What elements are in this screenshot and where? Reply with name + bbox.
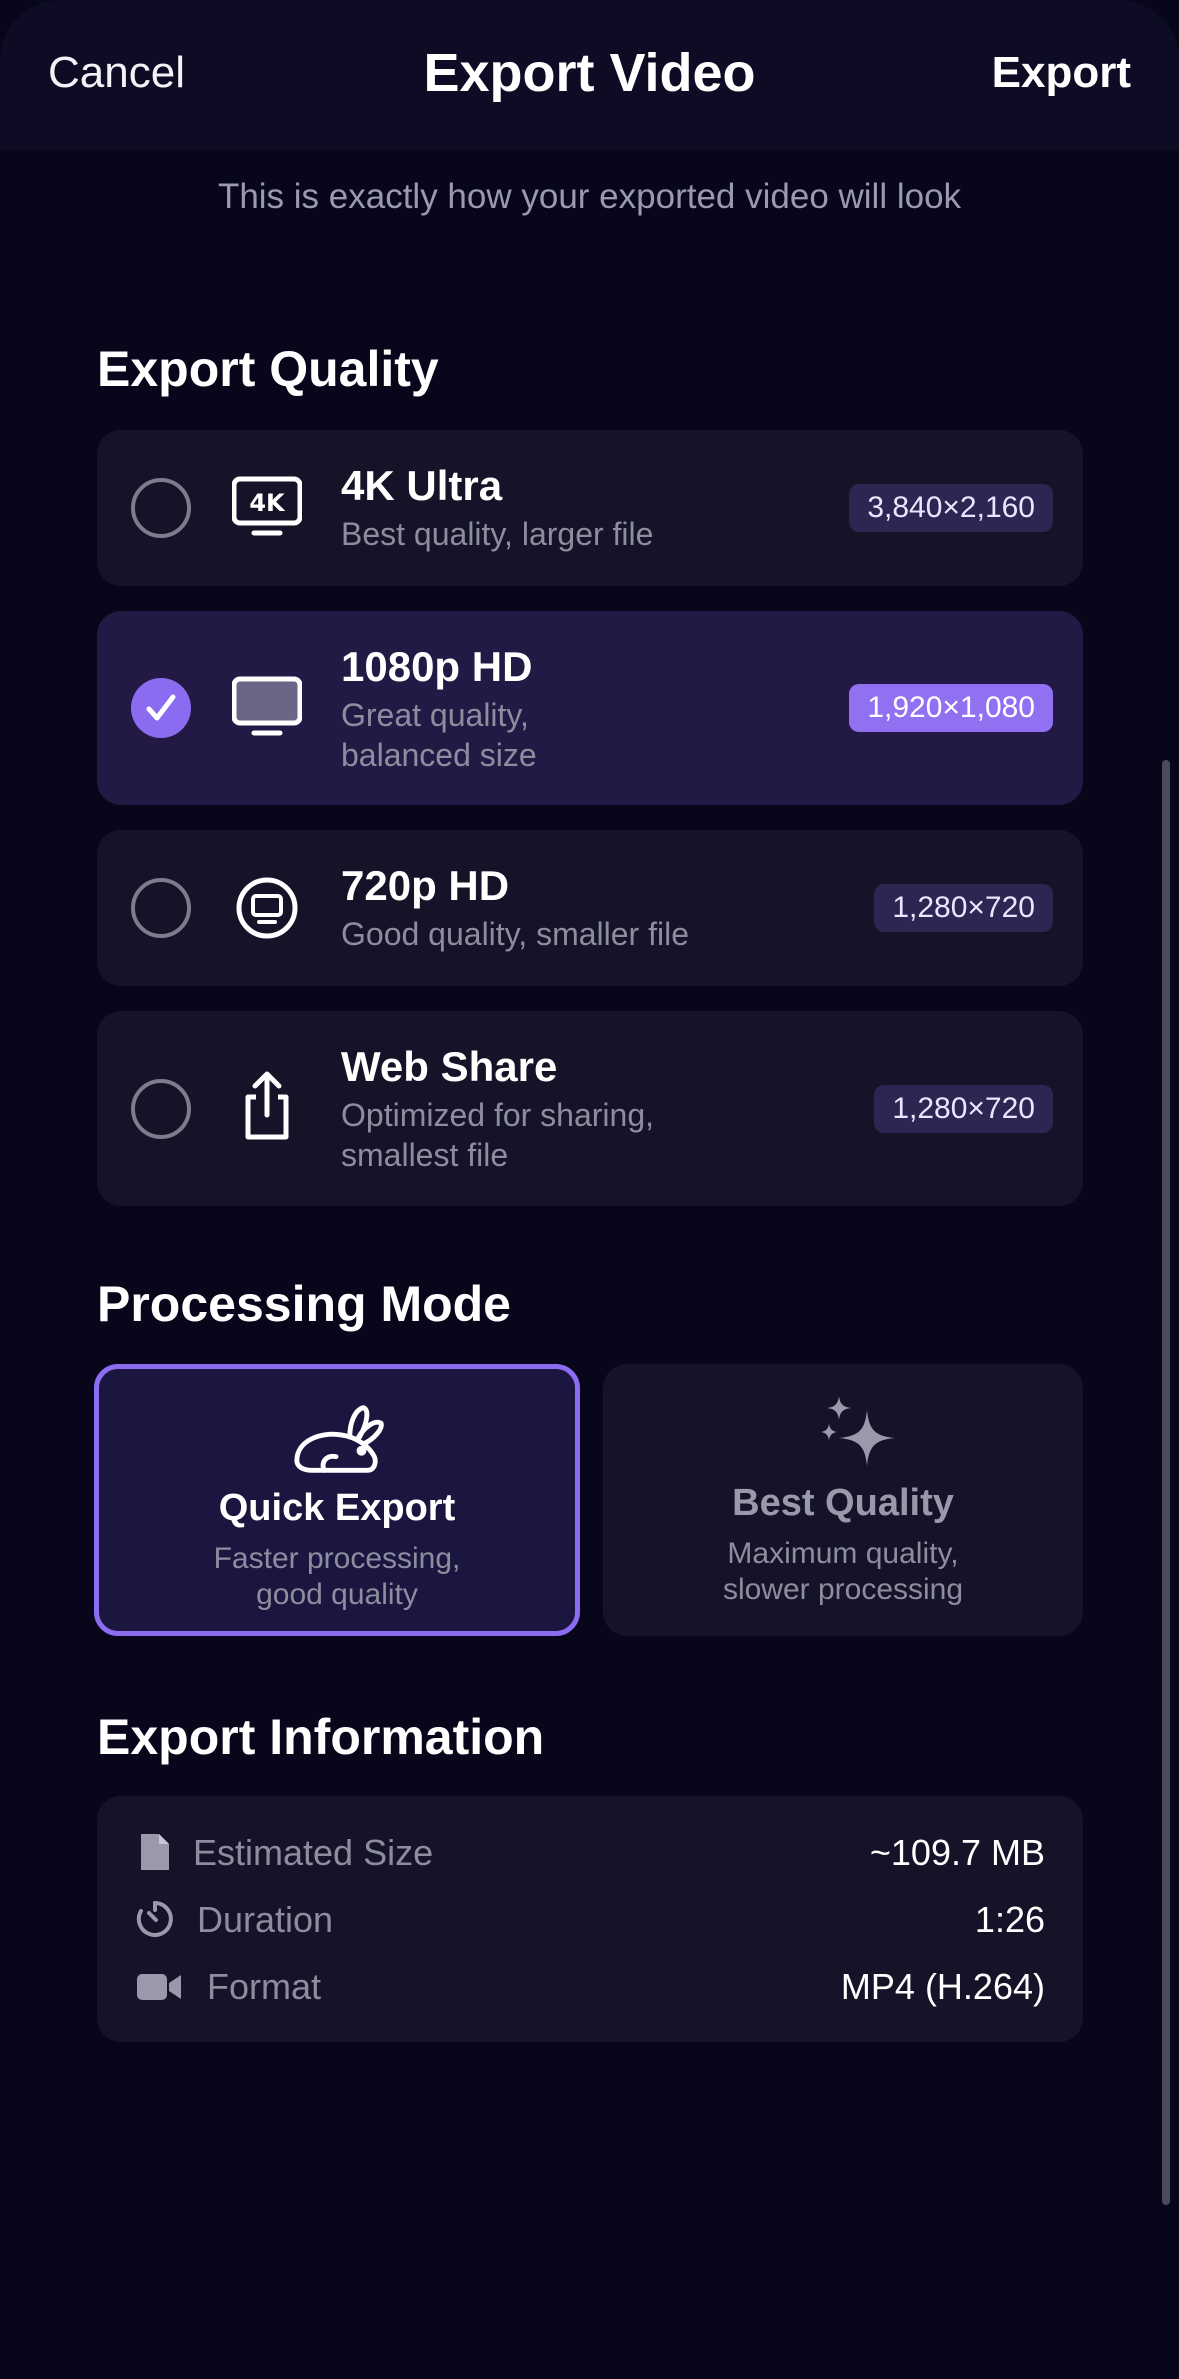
- radio-button[interactable]: [131, 1079, 191, 1139]
- info-label: Duration: [197, 1899, 334, 1940]
- mode-title: Best Quality: [732, 1482, 954, 1524]
- option-description: Good quality, smaller file: [341, 916, 689, 952]
- monitor-icon: [232, 676, 302, 736]
- option-title: 1080p HD: [341, 643, 533, 690]
- export-button[interactable]: Export: [992, 48, 1131, 98]
- resolution-badge: 3,840×2,160: [849, 484, 1053, 532]
- rabbit-icon: [294, 1405, 384, 1473]
- timer-icon: [136, 1901, 173, 1937]
- quality-option-1080p[interactable]: 1080p HD Great quality, balanced size 1,…: [97, 611, 1083, 805]
- info-row-duration: Duration 1:26: [97, 1889, 1083, 1949]
- share-icon: [245, 1071, 289, 1140]
- mode-best-quality[interactable]: Best Quality Maximum quality, slower pro…: [603, 1364, 1083, 1636]
- scrollbar[interactable]: [1162, 760, 1170, 2205]
- quality-option-web-share[interactable]: Web Share Optimized for sharing, smalles…: [97, 1011, 1083, 1206]
- option-title: Web Share: [341, 1043, 558, 1090]
- mode-title: Quick Export: [218, 1487, 456, 1529]
- info-row-format: Format MP4 (H.264): [97, 1956, 1083, 2016]
- export-information-heading: Export Information: [97, 1709, 545, 1765]
- info-label: Format: [207, 1966, 322, 2007]
- mode-quick-export[interactable]: Quick Export Faster processing, good qua…: [94, 1364, 580, 1636]
- mode-description: Faster processing, good quality: [213, 1542, 461, 1611]
- info-value: MP4 (H.264): [840, 1966, 1045, 2007]
- quality-option-720p[interactable]: 720p HD Good quality, smaller file 1,280…: [97, 830, 1083, 986]
- export-sheet: Cancel Export Video Export This is exact…: [0, 0, 1179, 2379]
- 4k-display-icon: 4K: [232, 476, 302, 536]
- svg-text:4K: 4K: [249, 489, 286, 517]
- option-description: Optimized for sharing, smallest file: [341, 1097, 655, 1173]
- processing-mode-heading: Processing Mode: [97, 1276, 511, 1332]
- export-info-card: Estimated Size ~109.7 MB Duration 1:26 F…: [97, 1796, 1083, 2042]
- preview-subtitle: This is exactly how your exported video …: [217, 177, 962, 216]
- info-value: ~109.7 MB: [869, 1832, 1045, 1873]
- option-title: 720p HD: [341, 862, 510, 909]
- checkmark-icon: [146, 694, 176, 721]
- mode-description: Maximum quality, slower processing: [722, 1537, 964, 1606]
- option-description: Great quality, balanced size: [341, 697, 537, 773]
- resolution-badge: 1,920×1,080: [849, 684, 1053, 732]
- document-icon: [141, 1834, 169, 1870]
- option-description: Best quality, larger file: [341, 516, 654, 552]
- radio-button[interactable]: [131, 878, 191, 938]
- info-row-size: Estimated Size ~109.7 MB: [97, 1822, 1083, 1882]
- resolution-badge: 1,280×720: [874, 884, 1053, 932]
- nav-header: Cancel Export Video Export: [0, 0, 1179, 150]
- info-value: 1:26: [974, 1899, 1045, 1940]
- video-camera-icon: [137, 1974, 181, 2000]
- tv-circle-icon: [236, 877, 298, 939]
- quality-option-4k[interactable]: 4K 4K Ultra Best quality, larger file 3,…: [97, 430, 1083, 586]
- export-quality-heading: Export Quality: [97, 341, 439, 397]
- info-label: Estimated Size: [193, 1832, 434, 1873]
- option-title: 4K Ultra: [341, 462, 503, 509]
- radio-button[interactable]: [131, 478, 191, 538]
- sparkles-icon: [821, 1396, 895, 1466]
- resolution-badge: 1,280×720: [874, 1085, 1053, 1133]
- radio-button-checked[interactable]: [131, 678, 191, 738]
